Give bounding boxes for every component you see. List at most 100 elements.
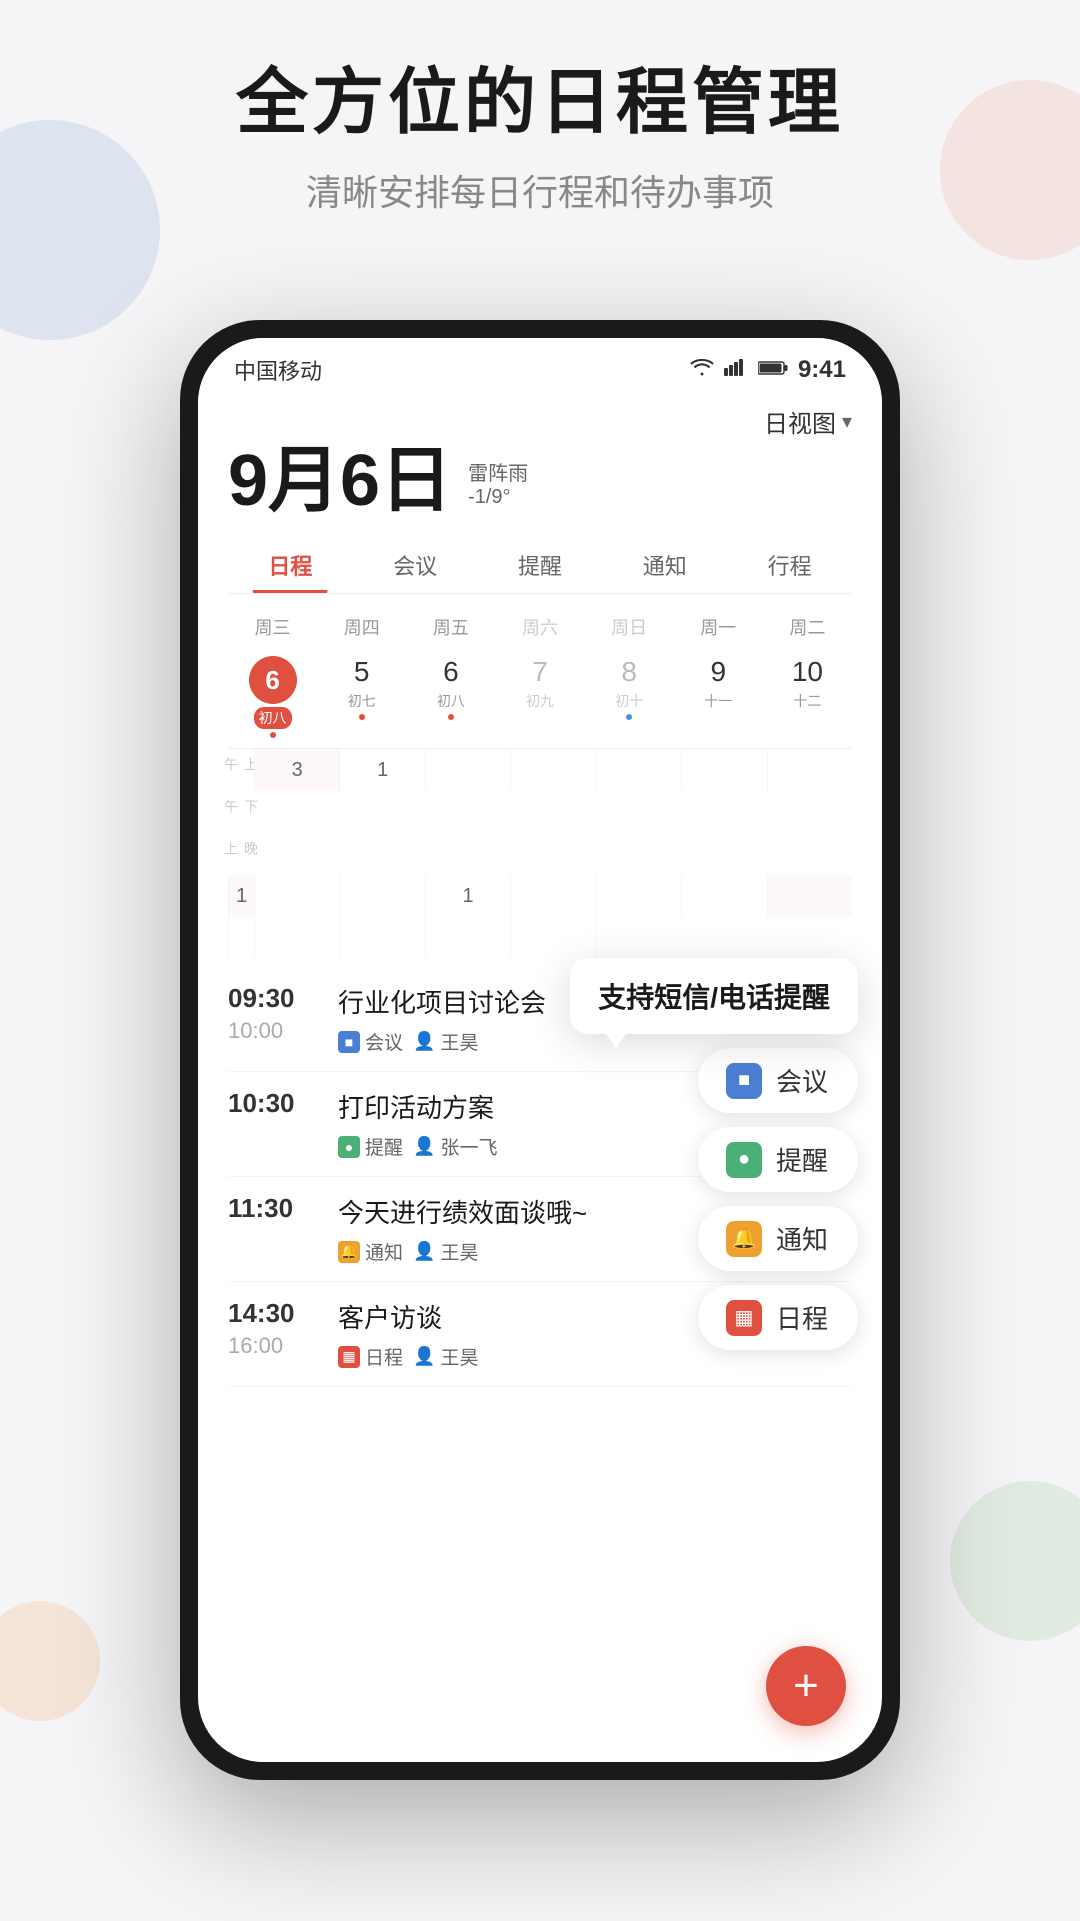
type-icon-schedule-4: ▦ <box>338 1346 360 1368</box>
action-btn-notify[interactable]: 🔔 通知 <box>698 1206 858 1271</box>
tab-meeting[interactable]: 会议 <box>353 537 478 593</box>
schedule-time-4: 14:30 16:00 <box>228 1298 318 1370</box>
summary-cell-tue-am <box>767 749 852 791</box>
weekday-fri: 周五 <box>406 610 495 644</box>
status-time: 9:41 <box>798 356 846 384</box>
schedule-person-1: 👤 王昊 <box>413 1028 478 1055</box>
action-label-notify: 通知 <box>776 1220 828 1257</box>
lunar-9: 十一 <box>704 691 732 711</box>
action-btn-meeting[interactable]: ■ 会议 <box>698 1048 858 1113</box>
summary-cell-sat-pm: 1 <box>425 875 510 917</box>
person-icon-3: 👤 <box>413 1241 435 1262</box>
weekday-sat: 周六 <box>495 610 584 644</box>
dot-6 <box>270 732 276 738</box>
type-label-1: 会议 <box>365 1028 403 1055</box>
status-bar: 中国移动 <box>198 338 882 394</box>
type-icon-notify-3: 🔔 <box>338 1241 360 1263</box>
date-num-9: 9 <box>710 656 726 688</box>
summary-cell-wed-am: 3 <box>254 749 339 791</box>
week-date-6[interactable]: 6 初八 <box>228 652 317 742</box>
schedule-person-2: 👤 张一飞 <box>413 1133 497 1160</box>
status-right: 9:41 <box>690 356 846 384</box>
type-badge-4: ▦ 日程 <box>338 1343 403 1370</box>
type-badge-3: 🔔 通知 <box>338 1238 403 1265</box>
schedule-person-4: 👤 王昊 <box>413 1343 478 1370</box>
week-dates: 6 初八 5 初七 6 初八 <box>228 652 852 742</box>
date-header: 9月6日 雷阵雨 -1/9° <box>228 445 852 517</box>
weekday-wed: 周三 <box>228 610 317 644</box>
type-badge-1: ■ 会议 <box>338 1028 403 1055</box>
label-afternoon: 下午 <box>228 791 254 833</box>
date-num-6b: 6 <box>443 656 459 688</box>
summary-cell-fri-pm <box>339 875 424 917</box>
start-time-1: 09:30 <box>228 983 318 1014</box>
summary-cell-fri-am <box>425 749 510 791</box>
week-date-10[interactable]: 10 十二 <box>763 652 852 742</box>
schedule-time-2: 10:30 <box>228 1088 318 1160</box>
lunar-6: 初八 <box>254 707 292 729</box>
decorative-circle-green <box>950 1481 1080 1641</box>
week-date-5[interactable]: 5 初七 <box>317 652 406 742</box>
phone-screen: 中国移动 <box>198 338 882 1762</box>
schedule-time-1: 09:30 10:00 <box>228 983 318 1055</box>
end-time-1: 10:00 <box>228 1018 318 1044</box>
action-icon-reminder: ● <box>726 1142 762 1178</box>
lunar-7: 初九 <box>526 691 554 711</box>
person-icon-1: 👤 <box>413 1031 435 1052</box>
summary-grid: 上午 下午 晚上 3 1 1 1 <box>228 748 852 959</box>
tab-reminder[interactable]: 提醒 <box>478 537 603 593</box>
weekday-sun: 周日 <box>585 610 674 644</box>
dot-6b <box>448 714 454 720</box>
week-date-6b[interactable]: 6 初八 <box>406 652 495 742</box>
type-label-2: 提醒 <box>365 1133 403 1160</box>
view-toggle-button[interactable]: 日视图 ▾ <box>764 404 852 439</box>
summary-cell-mon-eve <box>510 917 595 959</box>
person-name-3: 王昊 <box>440 1238 478 1265</box>
header-area: 全方位的日程管理 清晰安排每日行程和待办事项 <box>0 60 1080 216</box>
date-display: 9月6日 <box>228 445 452 517</box>
popup-container: 支持短信/电话提醒 ■ 会议 ● 提醒 🔔 通知 ▦ 日程 <box>570 958 858 1350</box>
summary-cell-wed-pm: 1 <box>228 875 254 917</box>
person-name-1: 王昊 <box>440 1028 478 1055</box>
date-num-10: 10 <box>792 656 823 688</box>
label-evening: 晚上 <box>228 833 254 875</box>
weekday-mon: 周一 <box>674 610 763 644</box>
action-label-reminder: 提醒 <box>776 1141 828 1178</box>
start-time-4: 14:30 <box>228 1298 318 1329</box>
summary-cell-sun-pm <box>510 875 595 917</box>
type-badge-2: ● 提醒 <box>338 1133 403 1160</box>
tab-notify[interactable]: 通知 <box>602 537 727 593</box>
week-date-9[interactable]: 9 十一 <box>674 652 763 742</box>
week-date-7[interactable]: 7 初九 <box>495 652 584 742</box>
end-time-4: 16:00 <box>228 1333 318 1359</box>
action-icon-meeting: ■ <box>726 1063 762 1099</box>
dot-8 <box>626 714 632 720</box>
week-header: 周三 周四 周五 周六 周日 周一 周二 <box>228 610 852 644</box>
summary-cell-tue-pm <box>681 875 766 917</box>
date-num-7: 7 <box>532 656 548 688</box>
tab-bar: 日程 会议 提醒 通知 行程 <box>228 537 852 594</box>
action-label-meeting: 会议 <box>776 1062 828 1099</box>
wifi-icon <box>690 358 714 382</box>
summary-cell-sat-eve <box>339 917 424 959</box>
signal-icon <box>724 358 748 382</box>
action-btn-sched[interactable]: ▦ 日程 <box>698 1285 858 1350</box>
fab-add-button[interactable]: + <box>766 1646 846 1726</box>
start-time-3: 11:30 <box>228 1193 318 1224</box>
sub-title: 清晰安排每日行程和待办事项 <box>0 164 1080 216</box>
week-date-8[interactable]: 8 初十 <box>585 652 674 742</box>
weather-condition: 雷阵雨 <box>468 457 528 486</box>
person-icon-2: 👤 <box>413 1136 435 1157</box>
action-btn-reminder[interactable]: ● 提醒 <box>698 1127 858 1192</box>
fab-icon: + <box>793 1661 819 1711</box>
weather-temp: -1/9° <box>468 486 528 509</box>
person-name-4: 王昊 <box>440 1343 478 1370</box>
view-toggle-area[interactable]: 日视图 ▾ <box>228 394 852 445</box>
tab-schedule[interactable]: 日程 <box>228 537 353 593</box>
summary-cell-mon-pm <box>596 875 681 917</box>
type-label-4: 日程 <box>365 1343 403 1370</box>
tab-itinerary[interactable]: 行程 <box>727 537 852 593</box>
type-icon-reminder-2: ● <box>338 1136 360 1158</box>
person-icon-4: 👤 <box>413 1346 435 1367</box>
decorative-circle-orange <box>0 1601 100 1721</box>
